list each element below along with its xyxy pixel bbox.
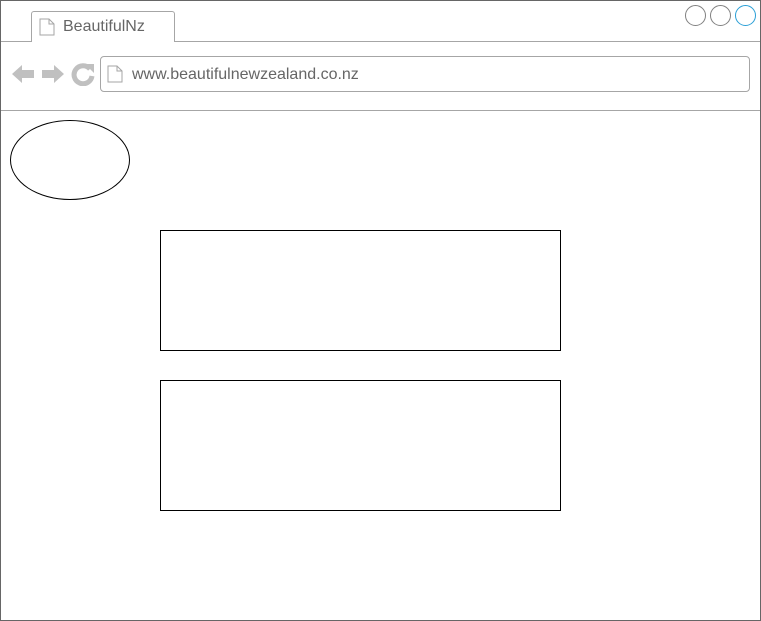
- window-controls: [685, 5, 756, 26]
- tab-title: BeautifulNz: [63, 18, 145, 35]
- tab-bar: BeautifulNz: [1, 1, 760, 42]
- minimize-button[interactable]: [685, 5, 706, 26]
- forward-arrow-icon[interactable]: [41, 62, 65, 86]
- navigation-bar: www.beautifulnewzealand.co.nz: [1, 42, 760, 111]
- page-icon: [39, 18, 55, 36]
- browser-tab[interactable]: BeautifulNz: [31, 11, 175, 42]
- maximize-button[interactable]: [710, 5, 731, 26]
- address-bar[interactable]: www.beautifulnewzealand.co.nz: [100, 56, 750, 92]
- content-panel-1: [160, 230, 561, 351]
- page-content: [1, 111, 760, 620]
- logo-placeholder: [10, 120, 130, 200]
- content-panel-2: [160, 380, 561, 511]
- back-arrow-icon[interactable]: [11, 62, 35, 86]
- reload-icon[interactable]: [71, 62, 95, 87]
- close-button[interactable]: [735, 5, 756, 26]
- page-icon: [107, 65, 123, 83]
- browser-window: BeautifulNz www.beautifulnewzealand.co.n…: [0, 0, 761, 621]
- url-text: www.beautifulnewzealand.co.nz: [132, 66, 359, 83]
